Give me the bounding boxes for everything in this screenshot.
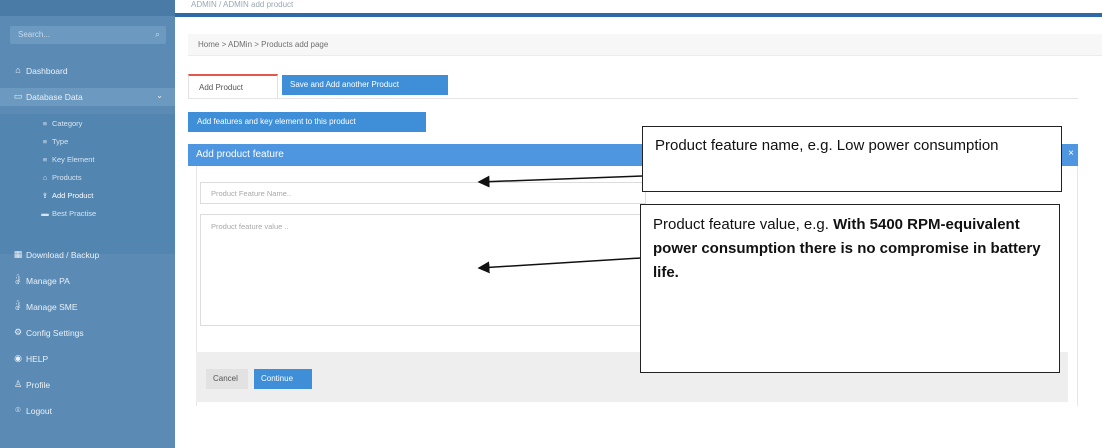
sidebar-subitem-label: Best Practise: [52, 209, 97, 218]
top-bar: ADMIN / ADMIN add product: [0, 0, 1102, 17]
callout-value-prefix: Product feature value, e.g.: [653, 216, 834, 233]
list-icon: ≡: [42, 137, 48, 146]
add-features-label: Add features and key element to this pro…: [197, 117, 356, 126]
chevron-down-icon: ⌄: [156, 91, 163, 100]
continue-button[interactable]: Continue: [254, 369, 312, 389]
database-icon: ▭: [13, 91, 23, 101]
upload-icon: ⇪: [41, 191, 49, 200]
feature-name-placeholder: Product Feature Name..: [211, 189, 292, 198]
callout-feature-name-text: Product feature name, e.g. Low power con…: [655, 137, 999, 154]
users-icon: ꂠ: [14, 302, 22, 312]
sidebar-item-config-settings[interactable]: ⚙ Config Settings: [0, 324, 175, 342]
feature-value-textarea[interactable]: Product feature value ..: [200, 214, 646, 326]
users-icon: ꂠ: [14, 276, 22, 286]
sidebar-item-label: Manage PA: [26, 276, 70, 286]
sidebar-subitem-label: Type: [52, 137, 69, 146]
sidebar-subitem-add-product[interactable]: ⇪ Add Product: [0, 188, 175, 204]
top-breadcrumb: ADMIN / ADMIN add product: [191, 0, 294, 9]
sidebar-subitem-type[interactable]: ≡ Type: [0, 134, 175, 150]
help-icon: ◉: [14, 353, 22, 363]
home-icon: ⌂: [15, 65, 21, 75]
feature-name-input[interactable]: Product Feature Name..: [200, 182, 646, 204]
save-and-add-another-button[interactable]: Save and Add another Product: [282, 75, 448, 95]
sidebar-subitem-key-element[interactable]: ≡ Key Element: [0, 152, 175, 168]
sidebar-item-profile[interactable]: ♙ Profile: [0, 376, 175, 394]
sidebar-item-download-backup[interactable]: ▦ Download / Backup: [0, 246, 175, 264]
callout-feature-value-text: Product feature value, e.g. With 5400 RP…: [653, 213, 1053, 285]
sidebar-item-label: Config Settings: [26, 328, 84, 338]
cancel-button[interactable]: Cancel: [206, 369, 248, 389]
sidebar-item-manage-pa[interactable]: ꂠ Manage PA: [0, 272, 175, 290]
sidebar-item-manage-sme[interactable]: ꂠ Manage SME: [0, 298, 175, 316]
sidebar-item-label: Download / Backup: [26, 250, 100, 260]
sidebar-item-label: Dashboard: [26, 66, 68, 76]
callout-feature-name: Product feature name, e.g. Low power con…: [642, 126, 1062, 192]
callout-feature-value: Product feature value, e.g. With 5400 RP…: [640, 204, 1060, 373]
folder-icon: ▬: [41, 209, 49, 218]
sidebar-subitem-label: Products: [52, 173, 82, 182]
search-placeholder: Search...: [18, 30, 51, 39]
list-icon: ≡: [42, 155, 48, 164]
user-icon: ♙: [13, 379, 23, 389]
list-icon: ≡: [42, 119, 48, 128]
sidebar-subitem-products[interactable]: ⌂ Products: [0, 170, 175, 186]
sidebar-item-dashboard[interactable]: ⌂ Dashboard: [0, 62, 175, 80]
search-input[interactable]: Search... ⌕: [10, 26, 166, 44]
feature-value-placeholder: Product feature value ..: [211, 222, 289, 231]
cancel-label: Cancel: [213, 374, 238, 383]
sidebar-subitem-best-practise[interactable]: ▬ Best Practise: [0, 206, 175, 222]
sidebar: Search... ⌕ ⌂ Dashboard ▭ Database Data …: [0, 16, 175, 448]
sidebar-item-label: HELP: [26, 354, 49, 364]
breadcrumb: Home > ADMin > Products add page: [188, 34, 1102, 56]
sidebar-subitem-label: Key Element: [52, 155, 95, 164]
continue-label: Continue: [261, 374, 294, 383]
bag-icon: ⌂: [42, 173, 48, 182]
sidebar-item-label: Profile: [26, 380, 51, 390]
tab-divider: [188, 98, 1078, 99]
sidebar-header: [0, 0, 175, 16]
sidebar-item-logout[interactable]: ⌾ Logout: [0, 402, 175, 420]
gear-icon: ⚙: [13, 327, 23, 337]
sidebar-item-database-data[interactable]: ▭ Database Data ⌄: [0, 88, 175, 106]
download-icon: ▦: [13, 249, 23, 259]
lock-icon: ⌾: [15, 405, 21, 415]
sidebar-subitem-category[interactable]: ≡ Category: [0, 116, 175, 132]
sidebar-subitem-label: Category: [52, 119, 83, 128]
add-features-button[interactable]: Add features and key element to this pro…: [188, 112, 426, 132]
breadcrumb-text[interactable]: Home > ADMin > Products add page: [198, 40, 328, 49]
sidebar-submenu: ≡ Category ≡ Type ≡ Key Element ⌂ Produc…: [0, 114, 175, 254]
save-and-add-another-label: Save and Add another Product: [290, 80, 399, 89]
tab-add-product-label: Add Product: [199, 83, 244, 92]
panel-title: Add product feature: [196, 149, 284, 160]
sidebar-item-label: Database Data: [26, 92, 83, 102]
search-icon[interactable]: ⌕: [155, 29, 160, 40]
sidebar-item-help[interactable]: ◉ HELP: [0, 350, 175, 368]
sidebar-subitem-label: Add Product: [52, 191, 94, 200]
sidebar-item-label: Manage SME: [26, 302, 78, 312]
top-accent-line: [175, 13, 1102, 17]
tab-add-product[interactable]: Add Product: [188, 74, 278, 98]
close-icon[interactable]: ×: [1068, 148, 1074, 159]
sidebar-item-label: Logout: [26, 406, 52, 416]
